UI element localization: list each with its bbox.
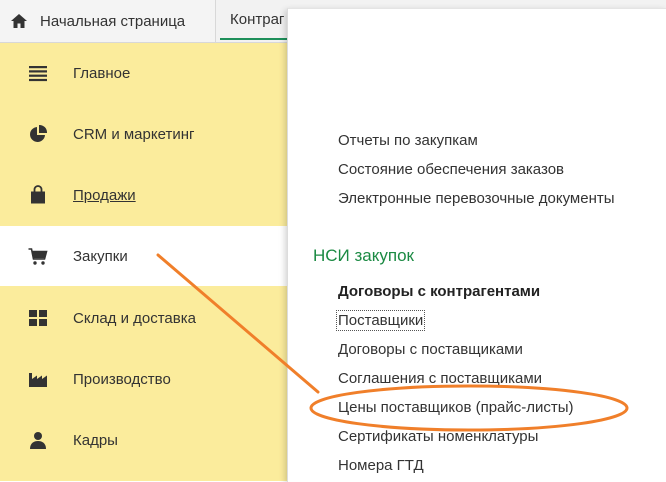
- grid-icon: [28, 308, 48, 328]
- tab-contractors[interactable]: Контраг: [220, 0, 290, 40]
- sidebar: Главное CRM и маркетинг Продажи Закупки …: [0, 43, 287, 481]
- sidebar-item-sales[interactable]: Продажи: [0, 165, 287, 225]
- pie-chart-icon: [28, 124, 48, 144]
- tab-home-label: Начальная страница: [40, 12, 186, 30]
- sidebar-item-label: Кадры: [73, 431, 118, 449]
- sidebar-item-crm[interactable]: CRM и маркетинг: [0, 104, 287, 164]
- sidebar-item-label: Производство: [73, 370, 171, 388]
- sidebar-item-purchases[interactable]: Закупки: [0, 226, 287, 286]
- sidebar-item-warehouse[interactable]: Склад и доставка: [0, 288, 287, 348]
- shopping-bag-icon: [28, 185, 48, 205]
- menu-link-purchase-reports[interactable]: Отчеты по закупкам: [338, 132, 478, 149]
- menu-link-item-certificates[interactable]: Сертификаты номенклатуры: [338, 428, 538, 445]
- menu-link-supplier-contracts[interactable]: Договоры с поставщиками: [338, 341, 523, 358]
- tab-home[interactable]: Начальная страница: [0, 0, 216, 42]
- sidebar-item-label: Склад и доставка: [73, 309, 196, 327]
- menu-link-gtd-numbers[interactable]: Номера ГТД: [338, 457, 424, 474]
- sidebar-item-production[interactable]: Производство: [0, 349, 287, 409]
- person-icon: [28, 430, 48, 450]
- sidebar-item-label: Закупки: [73, 247, 128, 265]
- menu-link-suppliers[interactable]: Поставщики: [335, 310, 426, 331]
- home-icon: [10, 13, 28, 29]
- factory-icon: [28, 369, 48, 389]
- sidebar-item-label: CRM и маркетинг: [73, 125, 195, 143]
- menu-link-electronic-transport-docs[interactable]: Электронные перевозочные документы: [338, 190, 615, 207]
- menu-link-supplier-agreements[interactable]: Соглашения с поставщиками: [338, 370, 542, 387]
- sidebar-item-main[interactable]: Главное: [0, 43, 287, 103]
- sidebar-item-label: Главное: [73, 64, 131, 82]
- section-title-nsi: НСИ закупок: [313, 246, 414, 265]
- menu-link-order-supply-status[interactable]: Состояние обеспечения заказов: [338, 161, 564, 178]
- sidebar-item-staff[interactable]: Кадры: [0, 410, 287, 470]
- list-icon: [28, 63, 48, 83]
- menu-link-supplier-prices[interactable]: Цены поставщиков (прайс-листы): [338, 399, 574, 416]
- menu-link-contractor-agreements[interactable]: Договоры с контрагентами: [338, 283, 540, 300]
- cart-icon: [28, 246, 48, 266]
- sidebar-item-label: Продажи: [73, 186, 136, 204]
